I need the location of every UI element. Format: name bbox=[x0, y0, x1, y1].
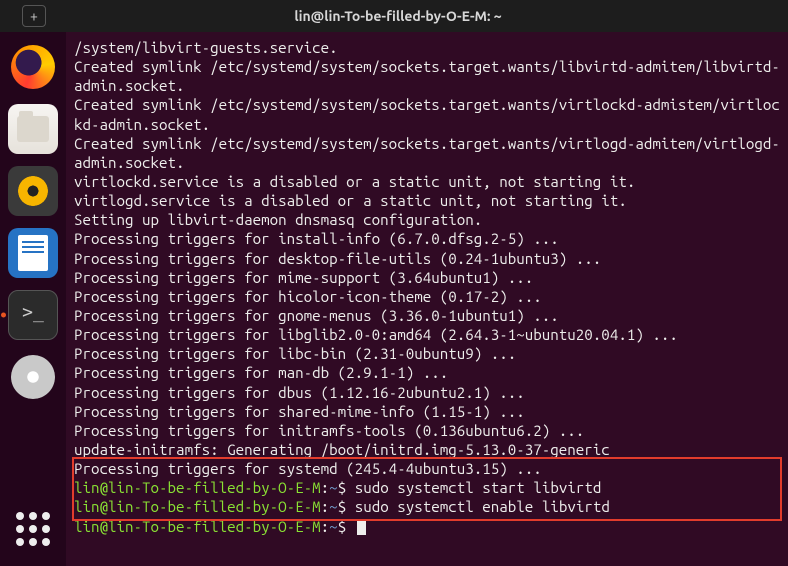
terminal-line: virtlogd.service is a disabled or a stat… bbox=[74, 191, 780, 210]
terminal-prompt-line: lin@lin-To-be-filled-by-O-E-M:~$ sudo sy… bbox=[74, 478, 780, 497]
document-icon bbox=[18, 235, 48, 271]
terminal-line: virtlockd.service is a disabled or a sta… bbox=[74, 172, 780, 191]
terminal-line: Processing triggers for initramfs-tools … bbox=[74, 421, 780, 440]
terminal-line: Created symlink /etc/systemd/system/sock… bbox=[74, 57, 780, 95]
terminal-line: Created symlink /etc/systemd/system/sock… bbox=[74, 134, 780, 172]
folder-icon bbox=[17, 116, 49, 142]
terminal-line: Processing triggers for libc-bin (2.31-0… bbox=[74, 344, 780, 363]
terminal-line: Created symlink /etc/systemd/system/sock… bbox=[74, 95, 780, 133]
firefox-icon bbox=[11, 45, 55, 89]
terminal-line: Processing triggers for desktop-file-uti… bbox=[74, 249, 780, 268]
terminal-line: Processing triggers for man-db (2.9.1-1)… bbox=[74, 363, 780, 382]
terminal-line: update-initramfs: Generating /boot/initr… bbox=[74, 440, 780, 459]
terminal-line: Setting up libvirt-daemon dnsmasq config… bbox=[74, 210, 780, 229]
terminal-line: Processing triggers for dbus (1.12.16-2u… bbox=[74, 383, 780, 402]
terminal-line: Processing triggers for libglib2.0-0:amd… bbox=[74, 325, 780, 344]
terminal-prompt-line: lin@lin-To-be-filled-by-O-E-M:~$ bbox=[74, 517, 780, 536]
apps-grid-icon bbox=[16, 512, 50, 546]
terminal-line: Processing triggers for mime-support (3.… bbox=[74, 268, 780, 287]
disk-icon bbox=[11, 355, 55, 399]
terminal-line: Processing triggers for hicolor-icon-the… bbox=[74, 287, 780, 306]
terminal-line: Processing triggers for shared-mime-info… bbox=[74, 402, 780, 421]
dock: >_ bbox=[0, 32, 66, 566]
terminal-icon: >_ bbox=[22, 302, 44, 323]
plus-icon: + bbox=[30, 8, 38, 24]
terminal-output[interactable]: /system/libvirt-guests.service.Created s… bbox=[66, 32, 788, 566]
dock-rhythmbox[interactable] bbox=[8, 166, 58, 216]
dock-libreoffice-writer[interactable] bbox=[8, 228, 58, 278]
cursor bbox=[357, 519, 366, 535]
speaker-icon bbox=[18, 176, 48, 206]
titlebar: + lin@lin-To-be-filled-by-O-E-M: ~ bbox=[0, 0, 788, 32]
dock-show-applications[interactable] bbox=[8, 504, 58, 554]
dock-terminal[interactable]: >_ bbox=[8, 290, 58, 340]
terminal-prompt-line: lin@lin-To-be-filled-by-O-E-M:~$ sudo sy… bbox=[74, 497, 780, 516]
new-tab-button[interactable]: + bbox=[22, 5, 46, 27]
dock-disks[interactable] bbox=[8, 352, 58, 402]
terminal-line: Processing triggers for install-info (6.… bbox=[74, 229, 780, 248]
terminal-line: /system/libvirt-guests.service. bbox=[74, 38, 780, 57]
dock-files[interactable] bbox=[8, 104, 58, 154]
terminal-line: Processing triggers for gnome-menus (3.3… bbox=[74, 306, 780, 325]
dock-firefox[interactable] bbox=[8, 42, 58, 92]
terminal-line: Processing triggers for systemd (245.4-4… bbox=[74, 459, 780, 478]
window-title: lin@lin-To-be-filled-by-O-E-M: ~ bbox=[46, 8, 750, 24]
